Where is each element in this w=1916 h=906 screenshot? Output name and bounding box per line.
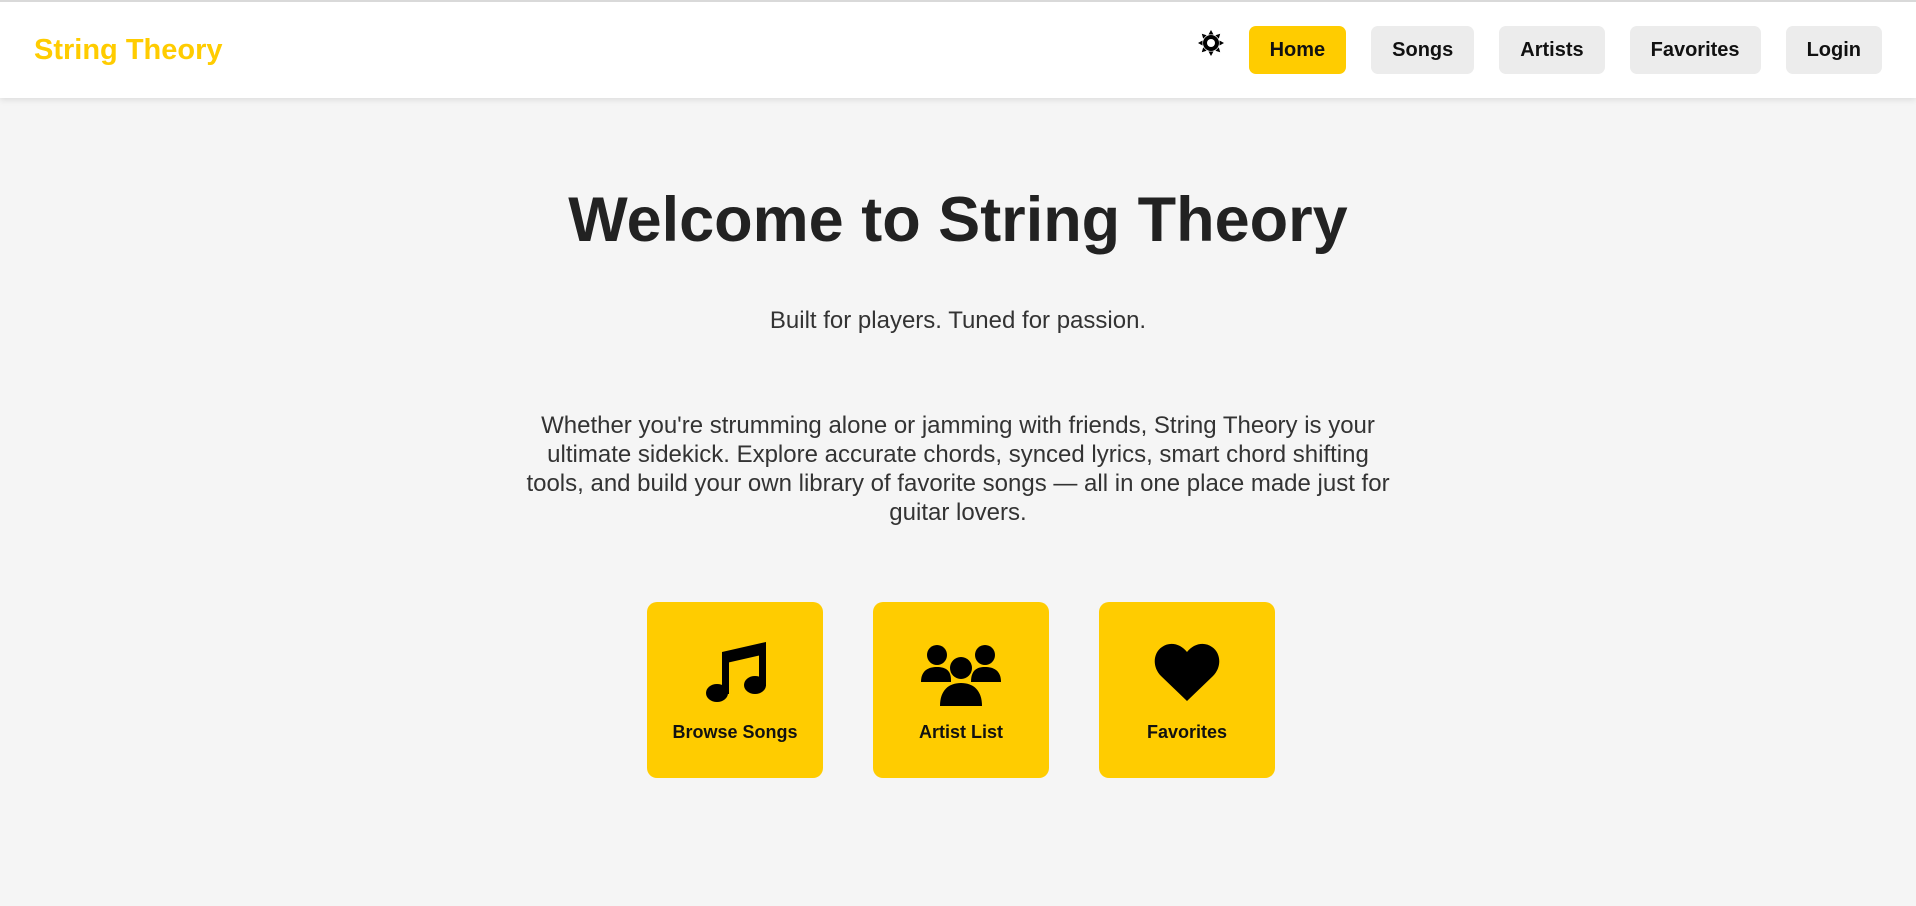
- hero-description: Whether you're strumming alone or jammin…: [526, 412, 1390, 527]
- tile-label: Favorites: [1146, 721, 1228, 742]
- brand-logo[interactable]: String Theory: [34, 34, 223, 67]
- page-title: Welcome to String Theory: [568, 185, 1348, 255]
- main-nav: Home Songs Artists Favorites Login: [1195, 26, 1882, 74]
- quick-links: Browse Songs Artist List Favorites: [0, 602, 1916, 779]
- heart-icon: [1154, 638, 1220, 708]
- tile-label: Artist List: [918, 721, 1003, 742]
- nav-artists-button[interactable]: Artists: [1499, 26, 1605, 74]
- nav-home-button[interactable]: Home: [1248, 26, 1347, 74]
- top-navbar: String Theory Home Songs Artists Favorit…: [0, 0, 1916, 98]
- nav-favorites-button[interactable]: Favorites: [1629, 26, 1761, 74]
- artist-list-tile[interactable]: Artist List: [873, 602, 1049, 779]
- music-note-icon: [702, 638, 768, 708]
- favorites-tile[interactable]: Favorites: [1099, 602, 1275, 779]
- hero-subtitle: Built for players. Tuned for passion.: [769, 307, 1147, 335]
- nav-login-button[interactable]: Login: [1785, 26, 1882, 74]
- browse-songs-tile[interactable]: Browse Songs: [647, 602, 823, 779]
- nav-songs-button[interactable]: Songs: [1371, 26, 1475, 74]
- users-icon: [921, 638, 1001, 708]
- hero-section: Welcome to String Theory Built for playe…: [0, 98, 1916, 779]
- tile-label: Browse Songs: [672, 721, 798, 742]
- sun-icon[interactable]: [1195, 27, 1227, 59]
